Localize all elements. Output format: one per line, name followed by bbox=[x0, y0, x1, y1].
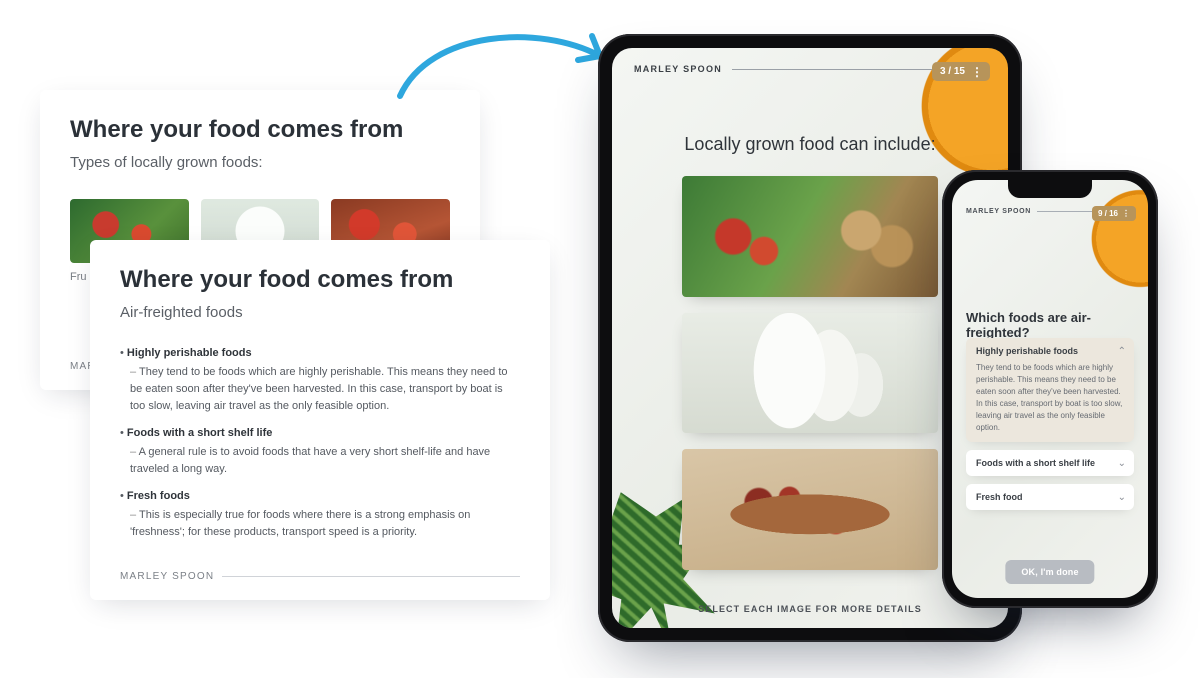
phone-accordion: Highly perishable foods ⌃ They tend to b… bbox=[966, 338, 1134, 510]
phone-notch bbox=[1008, 180, 1092, 198]
accordion-item[interactable]: Highly perishable foods ⌃ They tend to b… bbox=[966, 338, 1134, 442]
tablet-title: Locally grown food can include: bbox=[612, 134, 1008, 155]
lesson-image-card[interactable] bbox=[682, 313, 938, 434]
doc-front-subtitle: Air-freighted foods bbox=[120, 304, 520, 321]
footer-rule bbox=[222, 576, 520, 577]
chevron-up-icon: ⌃ bbox=[1118, 346, 1126, 357]
bullet-item: Fresh foods This is especially true for … bbox=[120, 488, 520, 541]
progress-pill[interactable]: 3 / 15 ⋮ bbox=[932, 62, 990, 81]
accordion-body: They tend to be foods which are highly p… bbox=[976, 362, 1124, 434]
doc-back-subtitle: Types of locally grown foods: bbox=[70, 154, 450, 171]
bullet-body: They tend to be foods which are highly p… bbox=[130, 364, 520, 415]
accordion-item[interactable]: Fresh food ⌄ bbox=[966, 484, 1134, 510]
phone-device: MARLEY SPOON 9 / 16 ⋮ Which foods are ai… bbox=[942, 170, 1158, 608]
arrow-icon bbox=[390, 18, 620, 108]
accordion-label: Highly perishable foods bbox=[976, 346, 1124, 356]
progress-text: 9 / 16 bbox=[1098, 209, 1118, 218]
chevron-down-icon: ⌄ bbox=[1118, 492, 1126, 503]
bullet-body: A general rule is to avoid foods that ha… bbox=[130, 444, 520, 478]
tablet-image-list bbox=[682, 176, 938, 570]
bullet-heading: Fresh foods bbox=[127, 490, 190, 502]
doc-front-bullets: Highly perishable foods They tend to be … bbox=[120, 335, 520, 541]
brand-label: MARLEY SPOON bbox=[120, 571, 214, 582]
bullet-heading: Foods with a short shelf life bbox=[127, 427, 272, 439]
bullet-item: Highly perishable foods They tend to be … bbox=[120, 345, 520, 415]
doc-back-title: Where your food comes from bbox=[70, 116, 450, 144]
accordion-item[interactable]: Foods with a short shelf life ⌄ bbox=[966, 450, 1134, 476]
brand-label: MARLEY SPOON bbox=[966, 208, 1031, 215]
bullet-item: Foods with a short shelf life A general … bbox=[120, 425, 520, 478]
progress-pill[interactable]: 9 / 16 ⋮ bbox=[1092, 206, 1136, 221]
lesson-image-card[interactable] bbox=[682, 176, 938, 297]
chevron-down-icon: ⌄ bbox=[1118, 458, 1126, 469]
kebab-menu-icon[interactable]: ⋮ bbox=[971, 67, 982, 77]
bullet-heading: Highly perishable foods bbox=[127, 347, 252, 359]
kebab-menu-icon[interactable]: ⋮ bbox=[1122, 209, 1130, 218]
accordion-label: Foods with a short shelf life bbox=[976, 458, 1124, 468]
progress-text: 3 / 15 bbox=[940, 66, 965, 77]
document-card-front: Where your food comes from Air-freighted… bbox=[90, 240, 550, 600]
done-button[interactable]: OK, I'm done bbox=[1005, 560, 1094, 584]
doc-front-footer: MARLEY SPOON bbox=[120, 571, 520, 582]
phone-title: Which foods are air-freighted? bbox=[966, 310, 1134, 340]
phone-screen: MARLEY SPOON 9 / 16 ⋮ Which foods are ai… bbox=[952, 180, 1148, 598]
brand-label: MARLEY SPOON bbox=[634, 64, 722, 74]
accordion-label: Fresh food bbox=[976, 492, 1124, 502]
lesson-image-card[interactable] bbox=[682, 449, 938, 570]
doc-front-title: Where your food comes from bbox=[120, 266, 520, 294]
tablet-footer-instruction: SELECT EACH IMAGE FOR MORE DETAILS bbox=[612, 604, 1008, 614]
bullet-body: This is especially true for foods where … bbox=[130, 507, 520, 541]
